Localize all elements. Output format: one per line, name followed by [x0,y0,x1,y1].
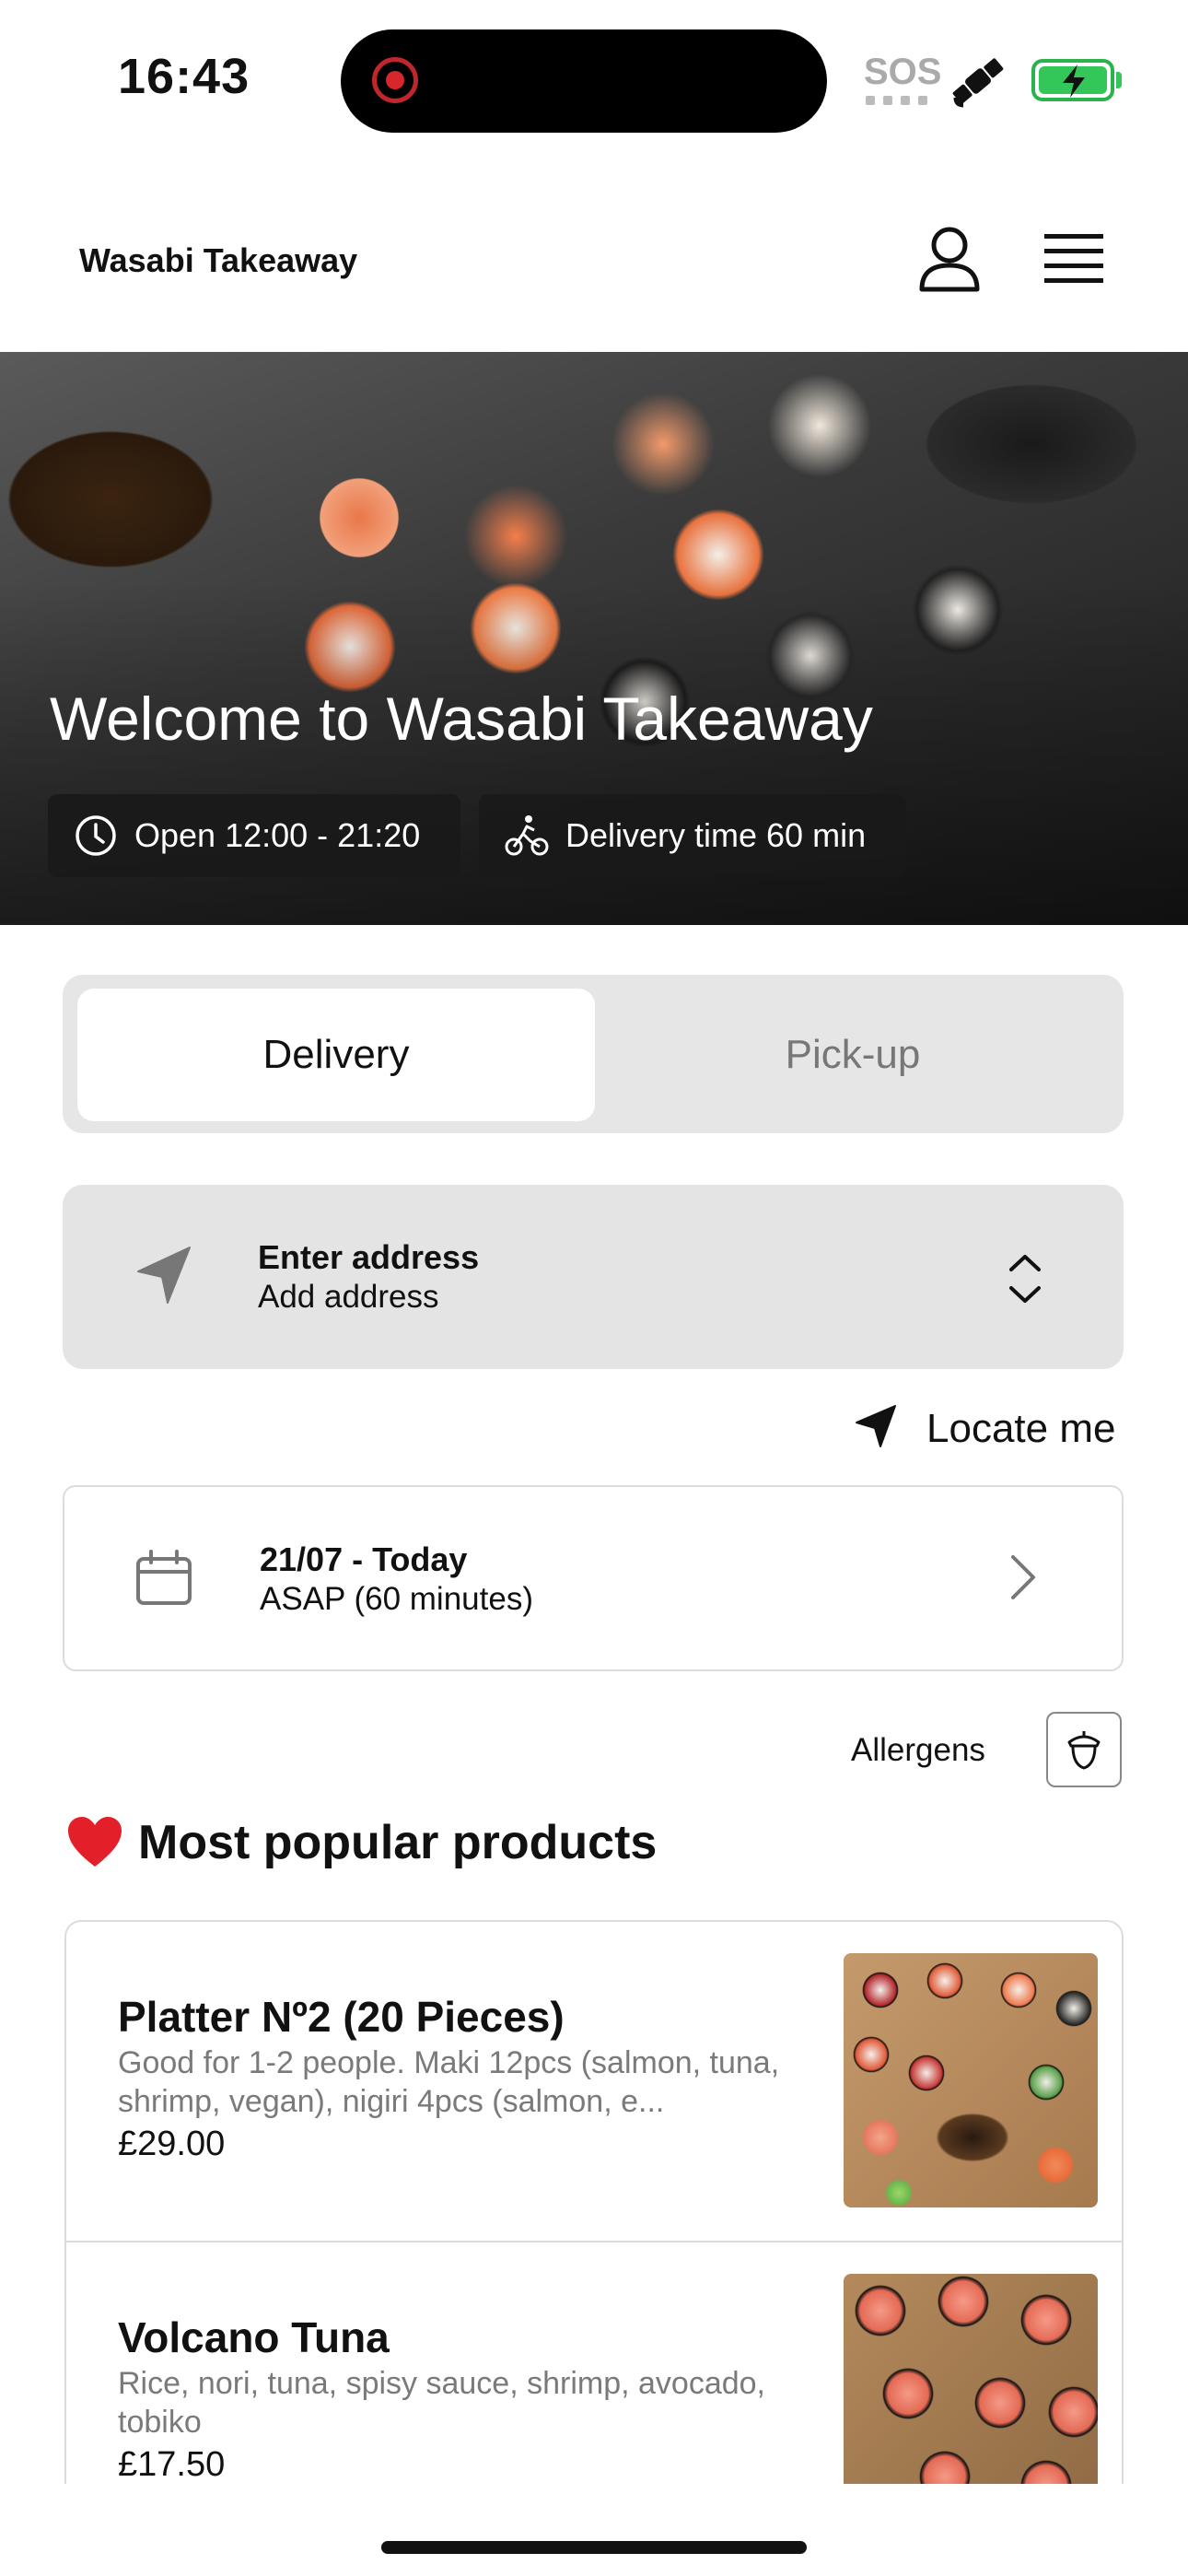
brand-name[interactable]: Wasabi Takeaway [79,241,357,280]
recording-indicator-icon [372,57,418,103]
tab-delivery[interactable]: Delivery [77,989,595,1121]
hero-title: Welcome to Wasabi Takeaway [50,685,873,753]
product-price: £29.00 [118,2125,226,2163]
product-description: Rice, nori, tuna, spisy sauce, shrimp, a… [118,2366,765,2440]
acorn-icon [1067,1731,1101,1770]
sos-label: SOS [864,52,942,92]
allergens-button[interactable] [1046,1712,1122,1787]
satellite-icon [952,58,1004,108]
home-indicator[interactable] [381,2541,807,2554]
section-title: Most popular products [138,1816,658,1869]
battery-icon [1031,59,1114,101]
heart-icon [68,1817,122,1867]
product-price: £17.50 [118,2445,226,2484]
product-image[interactable] [844,2274,1098,2510]
address-selector[interactable] [63,1185,1124,1369]
charging-bolt-icon [1063,64,1085,98]
product-name[interactable]: Volcano Tuna [118,2313,390,2362]
address-subtitle: Add address [258,1279,439,1315]
delivery-time-badge: Delivery time 60 min [479,794,906,877]
user-icon[interactable] [917,225,982,293]
bicycle-icon [505,815,549,856]
schedule-date: 21/07 - Today [260,1540,468,1578]
chevron-up-down-icon [1009,1255,1041,1303]
tab-pickup[interactable]: Pick-up [595,989,1111,1121]
product-name[interactable]: Platter Nº2 (20 Pieces) [118,1992,565,2042]
schedule-selector[interactable] [63,1485,1124,1671]
menu-icon[interactable] [1044,232,1103,286]
allergens-label[interactable]: Allergens [851,1732,985,1769]
address-title: Enter address [258,1238,480,1276]
locate-me-button[interactable]: Locate me [926,1406,1115,1452]
open-hours-badge: Open 12:00 - 21:20 [48,794,460,877]
locate-arrow-icon[interactable] [855,1404,897,1448]
bottom-safe-area [0,2484,1188,2576]
status-time: 16:43 [118,49,250,104]
product-divider [64,2241,1124,2242]
delivery-time-text: Delivery time 60 min [565,816,867,854]
sos-dots-icon [866,96,927,105]
clock-icon [76,815,116,856]
product-description: Good for 1-2 people. Maki 12pcs (salmon,… [118,2045,780,2119]
schedule-time: ASAP (60 minutes) [260,1581,533,1617]
location-arrow-icon [137,1247,191,1304]
product-image[interactable] [844,1953,1098,2207]
battery-tip [1116,72,1122,88]
open-hours-text: Open 12:00 - 21:20 [134,816,421,854]
calendar-icon [136,1550,192,1605]
chevron-right-icon [1011,1555,1035,1599]
